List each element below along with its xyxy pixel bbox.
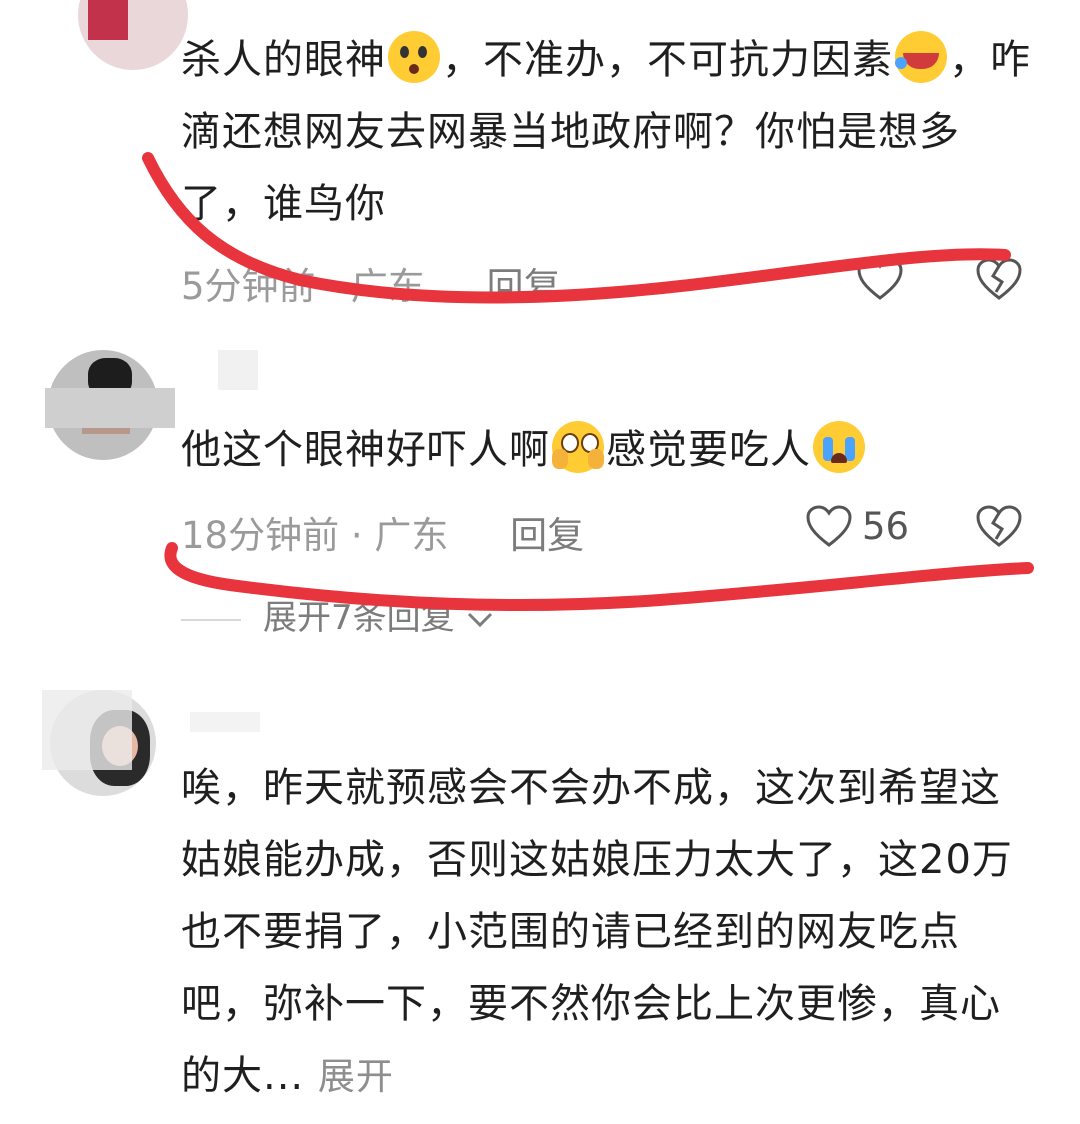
- annotation-stroke: [142, 152, 1011, 304]
- annotation-underline-strokes: [142, 152, 1034, 611]
- annotation-stroke: [164, 542, 1034, 611]
